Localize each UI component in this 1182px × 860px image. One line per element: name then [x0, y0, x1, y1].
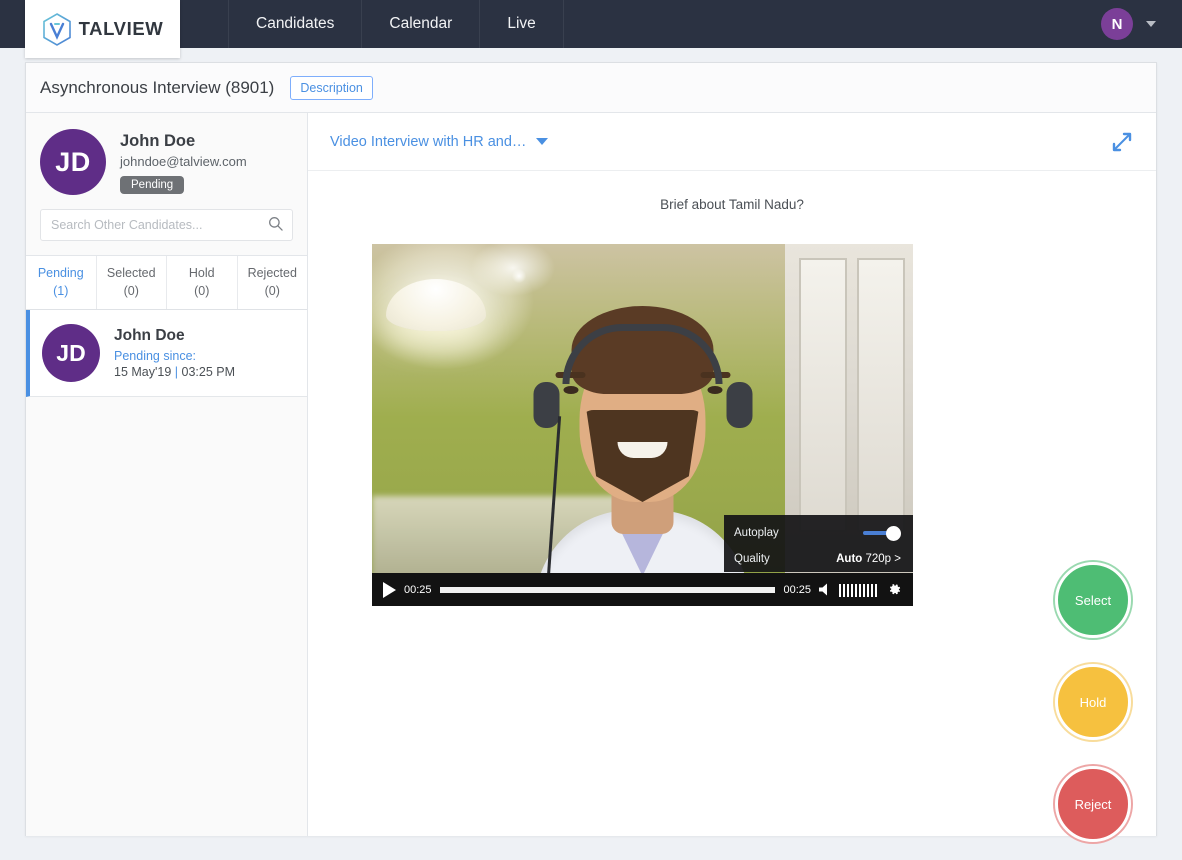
- select-button[interactable]: Select: [1055, 562, 1131, 638]
- person-eye-right: [707, 386, 722, 394]
- reject-button[interactable]: Reject: [1055, 766, 1131, 842]
- current-time: 00:25: [404, 583, 432, 596]
- decision-actions: Select Hold Reject Comment: [1055, 562, 1131, 860]
- nav-items: Candidates Calendar Live: [228, 0, 564, 48]
- quality-value-mode: Auto: [836, 553, 863, 565]
- quality-value-resolution: 720p >: [865, 553, 902, 565]
- candidate-time: 03:25 PM: [181, 365, 236, 380]
- interview-selector[interactable]: Video Interview with HR and…: [330, 133, 549, 150]
- list-item[interactable]: JD John Doe Pending since: 15 May'19 | 0…: [26, 310, 307, 398]
- profile-info: John Doe johndoe@talview.com Pending: [120, 129, 247, 194]
- settings-row-autoplay: Autoplay: [734, 520, 901, 546]
- main-header: Video Interview with HR and…: [308, 113, 1156, 171]
- player-settings-panel: Autoplay Quality Auto 720p >: [724, 515, 913, 572]
- candidate-profile: JD John Doe johndoe@talview.com Pending: [26, 113, 307, 205]
- search-input[interactable]: [40, 209, 293, 241]
- tab-pending[interactable]: Pending (1): [26, 256, 97, 310]
- top-navigation-bar: TALVIEW Candidates Calendar Live N: [0, 0, 1182, 58]
- candidate-date: 15 May'19: [114, 365, 172, 380]
- quality-value: Auto 720p >: [836, 553, 901, 565]
- app-root: TALVIEW Candidates Calendar Live N Async…: [0, 0, 1182, 860]
- tab-selected-label: Selected: [106, 266, 156, 280]
- player-controls: 00:25 00:25: [372, 573, 913, 606]
- autoplay-toggle-knob: [886, 526, 901, 541]
- autoplay-label: Autoplay: [734, 527, 779, 539]
- nav-user-area: N: [1101, 0, 1182, 48]
- status-badge: Pending: [120, 176, 185, 194]
- user-avatar[interactable]: N: [1101, 8, 1133, 40]
- talview-logo[interactable]: TALVIEW: [25, 0, 180, 58]
- video-person: [533, 276, 752, 606]
- profile-email: johndoe@talview.com: [120, 154, 247, 169]
- description-button[interactable]: Description: [290, 75, 373, 100]
- video-player[interactable]: Autoplay Quality Auto 720p > 00:25 00:25: [372, 244, 913, 606]
- profile-name: John Doe: [120, 132, 196, 150]
- tab-hold[interactable]: Hold (0): [167, 256, 238, 310]
- main-content: Video Interview with HR and… Brief about…: [308, 113, 1156, 842]
- nav-item-live[interactable]: Live: [480, 0, 564, 48]
- expand-arrows-icon[interactable]: [1110, 130, 1134, 154]
- candidate-sidebar: JD John Doe johndoe@talview.com Pending: [26, 113, 308, 836]
- tab-rejected[interactable]: Rejected (0): [237, 256, 307, 310]
- tab-hold-label: Hold: [188, 266, 215, 280]
- interview-selector-chevron-down-icon: [536, 138, 549, 145]
- tab-pending-label: Pending: [37, 266, 84, 280]
- person-eye-left: [563, 386, 578, 394]
- duration: 00:25: [783, 583, 811, 596]
- candidate-datetime: 15 May'19 | 03:25 PM: [114, 365, 235, 379]
- page-title: Asynchronous Interview (8901): [40, 77, 275, 97]
- profile-avatar: JD: [40, 129, 106, 195]
- tab-rejected-count: (0): [264, 284, 280, 299]
- progress-bar[interactable]: [439, 586, 776, 593]
- speaker-icon[interactable]: [819, 583, 831, 596]
- user-menu-chevron-down-icon[interactable]: [1146, 21, 1156, 27]
- headset-earcup-right: [726, 382, 752, 428]
- interview-selector-label: Video Interview with HR and…: [330, 133, 527, 150]
- card-body: JD John Doe johndoe@talview.com Pending: [26, 113, 1156, 842]
- talview-hexagon-logo-icon: [42, 12, 71, 46]
- candidate-date-separator: |: [174, 365, 179, 380]
- question-text: Brief about Tamil Nadu?: [660, 197, 804, 212]
- tab-selected-count: (0): [123, 284, 139, 299]
- talview-logo-text: TALVIEW: [78, 18, 164, 39]
- list-item-text: John Doe Pending since: 15 May'19 | 03:2…: [114, 327, 235, 379]
- candidate-status-label: Pending since:: [114, 349, 197, 364]
- tab-selected[interactable]: Selected (0): [96, 256, 167, 310]
- headset-earcup-left: [533, 382, 559, 428]
- progress-fill: [439, 586, 776, 593]
- settings-row-quality[interactable]: Quality Auto 720p >: [734, 546, 901, 572]
- candidate-list: JD John Doe Pending since: 15 May'19 | 0…: [26, 310, 307, 398]
- search-wrapper: [26, 205, 307, 255]
- nav-item-candidates[interactable]: Candidates: [228, 0, 363, 48]
- quality-label: Quality: [734, 553, 770, 565]
- nav-item-calendar[interactable]: Calendar: [362, 0, 481, 48]
- tab-pending-count: (1): [53, 284, 69, 299]
- hold-button[interactable]: Hold: [1055, 664, 1131, 740]
- gear-icon[interactable]: [887, 582, 902, 597]
- play-icon[interactable]: [383, 581, 396, 598]
- tab-hold-count: (0): [194, 284, 210, 299]
- autoplay-toggle[interactable]: [863, 526, 901, 541]
- candidate-name: John Doe: [114, 327, 185, 345]
- card-header: Asynchronous Interview (8901) Descriptio…: [26, 63, 1156, 113]
- candidate-status-tabs: Pending (1) Selected (0) Hold (0) Reject…: [26, 255, 307, 311]
- tab-rejected-label: Rejected: [247, 266, 297, 280]
- volume-slider[interactable]: [839, 583, 877, 597]
- main-card: Asynchronous Interview (8901) Descriptio…: [25, 62, 1157, 842]
- avatar: JD: [42, 324, 100, 383]
